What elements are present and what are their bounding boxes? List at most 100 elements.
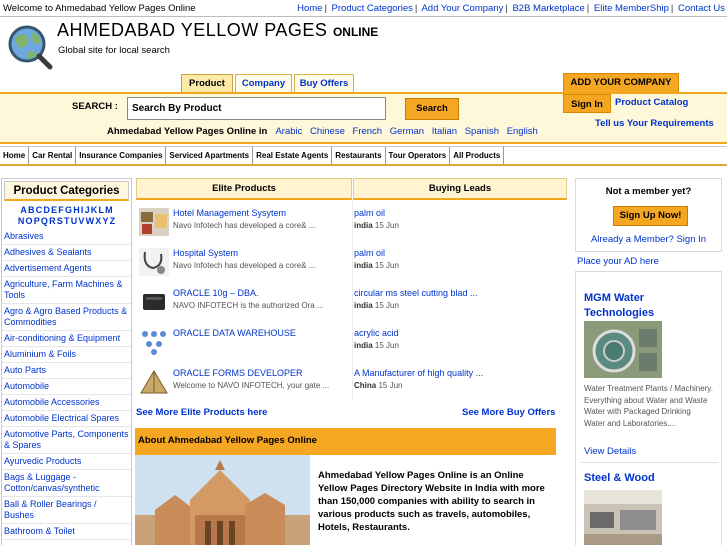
alpha-letter-i[interactable]: I	[81, 205, 84, 215]
product-catalog-link[interactable]: Product Catalog	[615, 97, 688, 108]
steel-wood-office-image[interactable]	[584, 490, 662, 545]
category-link[interactable]: Ayurvedic Products	[2, 454, 131, 470]
top-nav-b2b[interactable]: B2B Marketplace	[512, 3, 584, 14]
elite-item[interactable]: ORACLE DATA WAREHOUSE	[139, 328, 354, 366]
alpha-letter-w[interactable]: W	[86, 216, 95, 226]
ads-box: MGM Water Technologies Water Treatment P…	[575, 271, 722, 545]
alpha-letter-y[interactable]: Y	[102, 216, 108, 226]
alpha-letter-p[interactable]: P	[34, 216, 40, 226]
alpha-letter-o[interactable]: O	[26, 216, 33, 226]
alpha-letter-t[interactable]: T	[64, 216, 70, 226]
catbar-serviced-apartments[interactable]: Serviced Apartments	[166, 147, 254, 164]
buying-lead-item[interactable]: A Manufacturer of high quality ... China…	[354, 368, 554, 406]
see-more-elite-link[interactable]: See More Elite Products here	[136, 407, 267, 418]
category-link[interactable]: Abrasives	[2, 229, 131, 245]
catbar-real-estate[interactable]: Real Estate Agents	[253, 147, 333, 164]
search-button[interactable]: Search	[405, 98, 459, 120]
catbar-restaurants[interactable]: Restaurants	[332, 147, 386, 164]
category-link[interactable]: Adhesives & Sealants	[2, 245, 131, 261]
sign-up-button[interactable]: Sign Up Now!	[613, 206, 688, 226]
tab-product[interactable]: Product	[181, 74, 233, 93]
alpha-letter-u[interactable]: U	[71, 216, 78, 226]
sidebar-title: Product Categories	[4, 181, 129, 201]
alpha-letter-n[interactable]: N	[18, 216, 25, 226]
category-link[interactable]: Auto Parts	[2, 363, 131, 379]
alpha-letter-j[interactable]: J	[85, 205, 90, 215]
ad1-title[interactable]: MGM Water Technologies	[584, 291, 714, 321]
search-input[interactable]: Search By Product	[127, 97, 386, 120]
top-nav-elite[interactable]: Elite MemberShip	[594, 3, 669, 14]
water-plant-image[interactable]	[584, 321, 662, 378]
add-company-button[interactable]: ADD YOUR COMPANY	[563, 73, 679, 93]
view-details-link[interactable]: View Details	[584, 446, 636, 457]
alpha-letter-l[interactable]: L	[98, 205, 104, 215]
alpha-letter-z[interactable]: Z	[110, 216, 116, 226]
ad1-description: Water Treatment Plants / Machinery. Ever…	[584, 384, 713, 428]
alpha-letter-x[interactable]: X	[95, 216, 101, 226]
category-link[interactable]: Automotive Parts, Components & Spares	[2, 427, 131, 454]
category-link[interactable]: Agro & Agro Based Products & Commodities	[2, 304, 131, 331]
category-link[interactable]: Bathroom & Toilet	[2, 524, 131, 540]
catbar-car-rental[interactable]: Car Rental	[29, 147, 77, 164]
alpha-letter-k[interactable]: K	[91, 205, 98, 215]
top-nav-contact[interactable]: Contact Us	[678, 3, 725, 14]
lang-spanish[interactable]: Spanish	[465, 126, 499, 137]
buying-lead-item[interactable]: circular ms steel cutting blad ... india…	[354, 288, 554, 326]
alpha-letter-v[interactable]: V	[78, 216, 84, 226]
alpha-letter-a[interactable]: A	[20, 205, 27, 215]
top-nav-add-company[interactable]: Add Your Company	[421, 3, 503, 14]
alpha-letter-h[interactable]: H	[73, 205, 80, 215]
alpha-letter-e[interactable]: E	[51, 205, 57, 215]
category-link[interactable]: Automobile Electrical Spares	[2, 411, 131, 427]
elite-item[interactable]: Hotel Management Sysytem Navo Infotech h…	[139, 208, 354, 246]
alpha-letter-c[interactable]: C	[36, 205, 43, 215]
category-link[interactable]: Automobile Accessories	[2, 395, 131, 411]
category-link[interactable]: Bags & Luggage - Cotton/canvas/synthetic	[2, 470, 131, 497]
alpha-letter-m[interactable]: M	[105, 205, 113, 215]
catbar-home[interactable]: Home	[0, 147, 30, 164]
alpha-letter-s[interactable]: S	[57, 216, 63, 226]
sign-in-button[interactable]: Sign In	[563, 94, 611, 113]
lang-arabic[interactable]: Arabic	[275, 126, 302, 137]
category-link[interactable]: Agriculture, Farm Machines & Tools	[2, 277, 131, 304]
alpha-letter-d[interactable]: D	[43, 205, 50, 215]
ad-divider	[580, 462, 718, 463]
buying-lead-item[interactable]: palm oil india 15 Jun	[354, 208, 554, 246]
category-link[interactable]: Advertisement Agents	[2, 261, 131, 277]
elite-item[interactable]: Hospital System Navo Infotech has develo…	[139, 248, 354, 286]
globe-magnifier-logo-icon[interactable]	[7, 24, 53, 70]
hotel-thumbnail-icon	[139, 208, 169, 236]
alpha-letter-g[interactable]: G	[65, 205, 72, 215]
alpha-letter-b[interactable]: B	[28, 205, 35, 215]
category-link[interactable]: Air-conditioning & Equipment	[2, 331, 131, 347]
alpha-letter-r[interactable]: R	[49, 216, 56, 226]
lang-italian[interactable]: Italian	[432, 126, 457, 137]
buying-lead-item[interactable]: palm oil india 15 Jun	[354, 248, 554, 286]
tab-buy-offers[interactable]: Buy Offers	[294, 74, 354, 93]
see-more-buy-offers-link[interactable]: See More Buy Offers	[462, 407, 555, 418]
lang-german[interactable]: German	[390, 126, 424, 137]
lang-chinese[interactable]: Chinese	[310, 126, 345, 137]
tab-company[interactable]: Company	[235, 74, 292, 93]
elite-item[interactable]: ORACLE 10g – DBA. NAVO INFOTECH is the a…	[139, 288, 354, 326]
buying-lead-item[interactable]: acrylic acid india 15 Jun	[354, 328, 554, 366]
ad2-title[interactable]: Steel & Wood	[584, 471, 655, 486]
already-member-link[interactable]: Already a Member? Sign In	[576, 234, 721, 245]
place-ad-link[interactable]: Place your AD here	[577, 256, 659, 267]
catbar-insurance[interactable]: Insurance Companies	[76, 147, 167, 164]
elite-item[interactable]: ORACLE FORMS DEVELOPER Welcome to NAVO I…	[139, 368, 354, 406]
category-link[interactable]: Aluminium & Foils	[2, 347, 131, 363]
catbar-tour-operators[interactable]: Tour Operators	[386, 147, 451, 164]
top-nav-home[interactable]: Home	[297, 3, 322, 14]
alpha-letter-f[interactable]: F	[58, 205, 64, 215]
lang-english[interactable]: English	[507, 126, 538, 137]
top-nav-product-categories[interactable]: Product Categories	[332, 3, 413, 14]
category-link[interactable]: Automobile	[2, 379, 131, 395]
alpha-letter-q[interactable]: Q	[41, 216, 48, 226]
lang-french[interactable]: French	[353, 126, 383, 137]
category-list: Abrasives Adhesives & Sealants Advertiseme…	[2, 229, 131, 540]
about-text: Ahmedabad Yellow Pages Online is an Onli…	[318, 470, 545, 533]
category-link[interactable]: Ball & Roller Bearings / Bushes	[2, 497, 131, 524]
tell-us-requirements-link[interactable]: Tell us Your Requirements	[595, 118, 714, 129]
catbar-all-products[interactable]: All Products	[450, 147, 505, 164]
